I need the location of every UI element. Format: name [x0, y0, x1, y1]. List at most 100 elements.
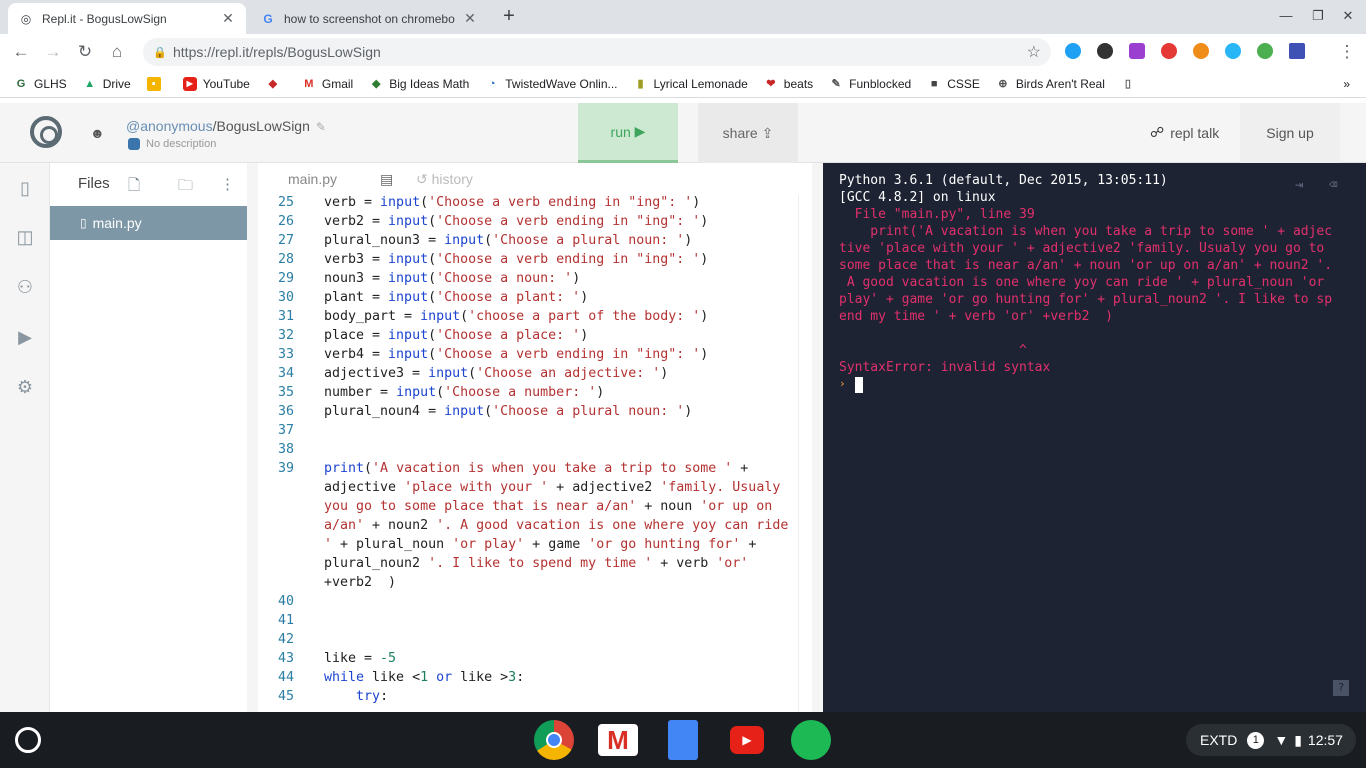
more-bookmarks-icon[interactable]: » [1343, 77, 1350, 91]
code-line[interactable]: try: [324, 689, 388, 704]
back-icon[interactable]: ← [10, 41, 32, 63]
clear-console-icon[interactable]: ⌫ [1329, 177, 1337, 193]
edit-pencil-icon[interactable]: ✎ [316, 120, 326, 134]
lock-icon: 🔒 [153, 46, 167, 59]
bookmark-lyrical-lemonade[interactable]: ▮ Lyrical Lemonade [634, 77, 747, 91]
home-icon[interactable]: ⌂ [106, 41, 128, 63]
bookmark-beats[interactable]: ❤ beats [764, 77, 813, 91]
code-line[interactable]: number = input('Choose a number: ') [324, 385, 604, 400]
bookmark-star-icon[interactable]: ☆ [1027, 42, 1041, 62]
replit-logo-icon[interactable] [30, 116, 62, 148]
debugger-icon[interactable]: ▶ [14, 326, 36, 348]
extension-icon[interactable] [1161, 43, 1177, 59]
reload-icon[interactable]: ↻ [74, 41, 96, 63]
bookmark-glhs[interactable]: G GLHS [14, 77, 67, 91]
extension-icon[interactable] [1097, 43, 1113, 59]
repl-talk-link[interactable]: ☍ repl talk [1150, 124, 1219, 141]
maximize-icon[interactable]: ❐ [1308, 8, 1328, 24]
code-line[interactable]: body_part = input('choose a part of the … [324, 309, 708, 324]
status-tray[interactable]: EXTD 1 ▼ ▮ 12:57 [1186, 724, 1356, 756]
settings-gear-icon[interactable]: ⚙ [14, 376, 36, 398]
pane-divider[interactable] [812, 163, 823, 713]
document-icon[interactable]: ▤ [380, 171, 400, 188]
run-button[interactable]: run ▶ [578, 103, 678, 163]
launcher-icon[interactable] [15, 727, 41, 753]
code-line[interactable]: while like <1 or like >3: [324, 670, 524, 685]
repl-owner[interactable]: @anonymous [126, 118, 213, 134]
minimize-icon[interactable]: — [1276, 8, 1296, 23]
beats-icon: ❤ [766, 78, 776, 90]
bookmark-gmail[interactable]: M Gmail [302, 77, 353, 91]
code-line[interactable]: verb2 = input('Choose a verb ending in "… [324, 214, 708, 229]
forward-icon[interactable]: → [42, 41, 64, 63]
code-line[interactable]: plural_noun4 = input('Choose a plural no… [324, 404, 692, 419]
code-line[interactable]: like = -5 [324, 651, 396, 666]
youtube-icon: ▶ [182, 76, 197, 91]
bookmark-youtube[interactable]: ▶ YouTube [182, 76, 250, 91]
code-line[interactable]: place = input('Choose a place: ') [324, 328, 588, 343]
code-line[interactable]: adjective3 = input('Choose an adjective:… [324, 366, 668, 381]
code-line[interactable]: plant = input('Choose a plant: ') [324, 290, 588, 305]
code-line[interactable]: +verb2 ) [324, 575, 396, 590]
tab-replit[interactable]: ◎ Repl.it - BogusLowSign ✕ [8, 3, 246, 34]
more-options-icon[interactable]: ⋮ [220, 175, 235, 193]
code-line[interactable]: verb4 = input('Choose a verb ending in "… [324, 347, 708, 362]
chrome-app-icon[interactable] [534, 720, 574, 760]
file-item-main-py[interactable]: ▯ main.py [50, 206, 247, 240]
console-cursor[interactable] [855, 377, 863, 393]
code-line[interactable]: you go to some place that is near a/an' … [324, 499, 772, 514]
editor-scrollbar[interactable] [798, 195, 812, 713]
new-tab-button[interactable]: + [497, 6, 521, 28]
bookmark-classroom[interactable]: ▪ [146, 76, 167, 91]
extension-icon[interactable] [1289, 43, 1305, 59]
extension-icon[interactable] [1065, 43, 1081, 59]
file-icon: ▯ [80, 216, 87, 230]
close-tab-icon[interactable]: ✕ [462, 10, 478, 27]
multiplayer-icon[interactable]: ⚇ [14, 276, 36, 298]
add-file-icon[interactable]: 🗋 [128, 175, 140, 200]
extension-icon[interactable] [1225, 43, 1241, 59]
add-folder-icon[interactable]: 🗀 [178, 175, 193, 200]
code-line[interactable]: noun3 = input('Choose a noun: ') [324, 271, 580, 286]
files-icon[interactable]: ▯ [14, 177, 36, 199]
bookmark-drive[interactable]: ▲ Drive [83, 77, 130, 91]
editor-tab-main-py[interactable]: main.py [258, 171, 368, 187]
address-bar[interactable]: 🔒 https://repl.it/repls/BogusLowSign ☆ [143, 38, 1051, 66]
code-line[interactable]: plural_noun3 = input('Choose a plural no… [324, 233, 692, 248]
pane-divider[interactable] [247, 163, 258, 713]
close-window-icon[interactable]: ✕ [1338, 8, 1358, 24]
help-button[interactable]: ? [1333, 680, 1349, 696]
console-pane[interactable]: ⇥ ⌫ Python 3.6.1 (default, Dec 2015, 13:… [823, 163, 1366, 713]
sign-up-button[interactable]: Sign up [1240, 103, 1340, 163]
extension-icon[interactable] [1129, 43, 1145, 59]
bookmark-csse[interactable]: ■ CSSE [927, 77, 980, 91]
packages-icon[interactable]: ◫ [14, 226, 36, 248]
bookmark-birds-arent-real[interactable]: ⊕ Birds Aren't Real [996, 77, 1105, 91]
code-line[interactable]: ' + plural_noun 'or play' + game 'or go … [324, 537, 756, 552]
code-line[interactable]: print('A vacation is when you take a tri… [324, 461, 748, 476]
tab-google-search[interactable]: G how to screenshot on chromebo ✕ [250, 3, 488, 34]
history-tab[interactable]: ↺ history [416, 171, 473, 188]
close-tab-icon[interactable]: ✕ [220, 10, 236, 27]
bookmark-twistedwave[interactable]: ◔ TwistedWave Onlin... [485, 77, 618, 91]
page-icon: ▯ [1124, 78, 1131, 90]
code-line[interactable]: verb3 = input('Choose a verb ending in "… [324, 252, 708, 267]
menu-kebab-icon[interactable]: ⋮ [1336, 41, 1358, 63]
bookmark-page[interactable]: ▯ [1121, 77, 1141, 91]
code-line[interactable]: verb = input('Choose a verb ending in "i… [324, 195, 700, 210]
code-area[interactable]: 25 verb = input('Choose a verb ending in … [258, 195, 798, 713]
youtube-app-icon[interactable]: ▶ [730, 726, 764, 754]
code-line[interactable]: adjective 'place with your ' + adjective… [324, 480, 780, 495]
code-line[interactable]: a/an' + noun2 '. A good vacation is one … [324, 518, 788, 533]
gmail-app-icon[interactable]: M [598, 724, 638, 756]
bookmark-funblocked[interactable]: ✎ Funblocked [829, 77, 912, 91]
docs-app-icon[interactable] [668, 720, 698, 760]
spotify-app-icon[interactable] [791, 720, 831, 760]
extension-icon[interactable] [1257, 43, 1273, 59]
share-button[interactable]: share ⇪ [698, 103, 798, 163]
code-line[interactable]: plural_noun2 '. I like to spend my time … [324, 556, 748, 571]
extension-icon[interactable] [1193, 43, 1209, 59]
bookmark-big-ideas-math[interactable]: ◆ Big Ideas Math [369, 77, 469, 91]
console-exit-icon[interactable]: ⇥ [1295, 177, 1303, 193]
bookmark-site[interactable]: ◆ [266, 77, 286, 91]
